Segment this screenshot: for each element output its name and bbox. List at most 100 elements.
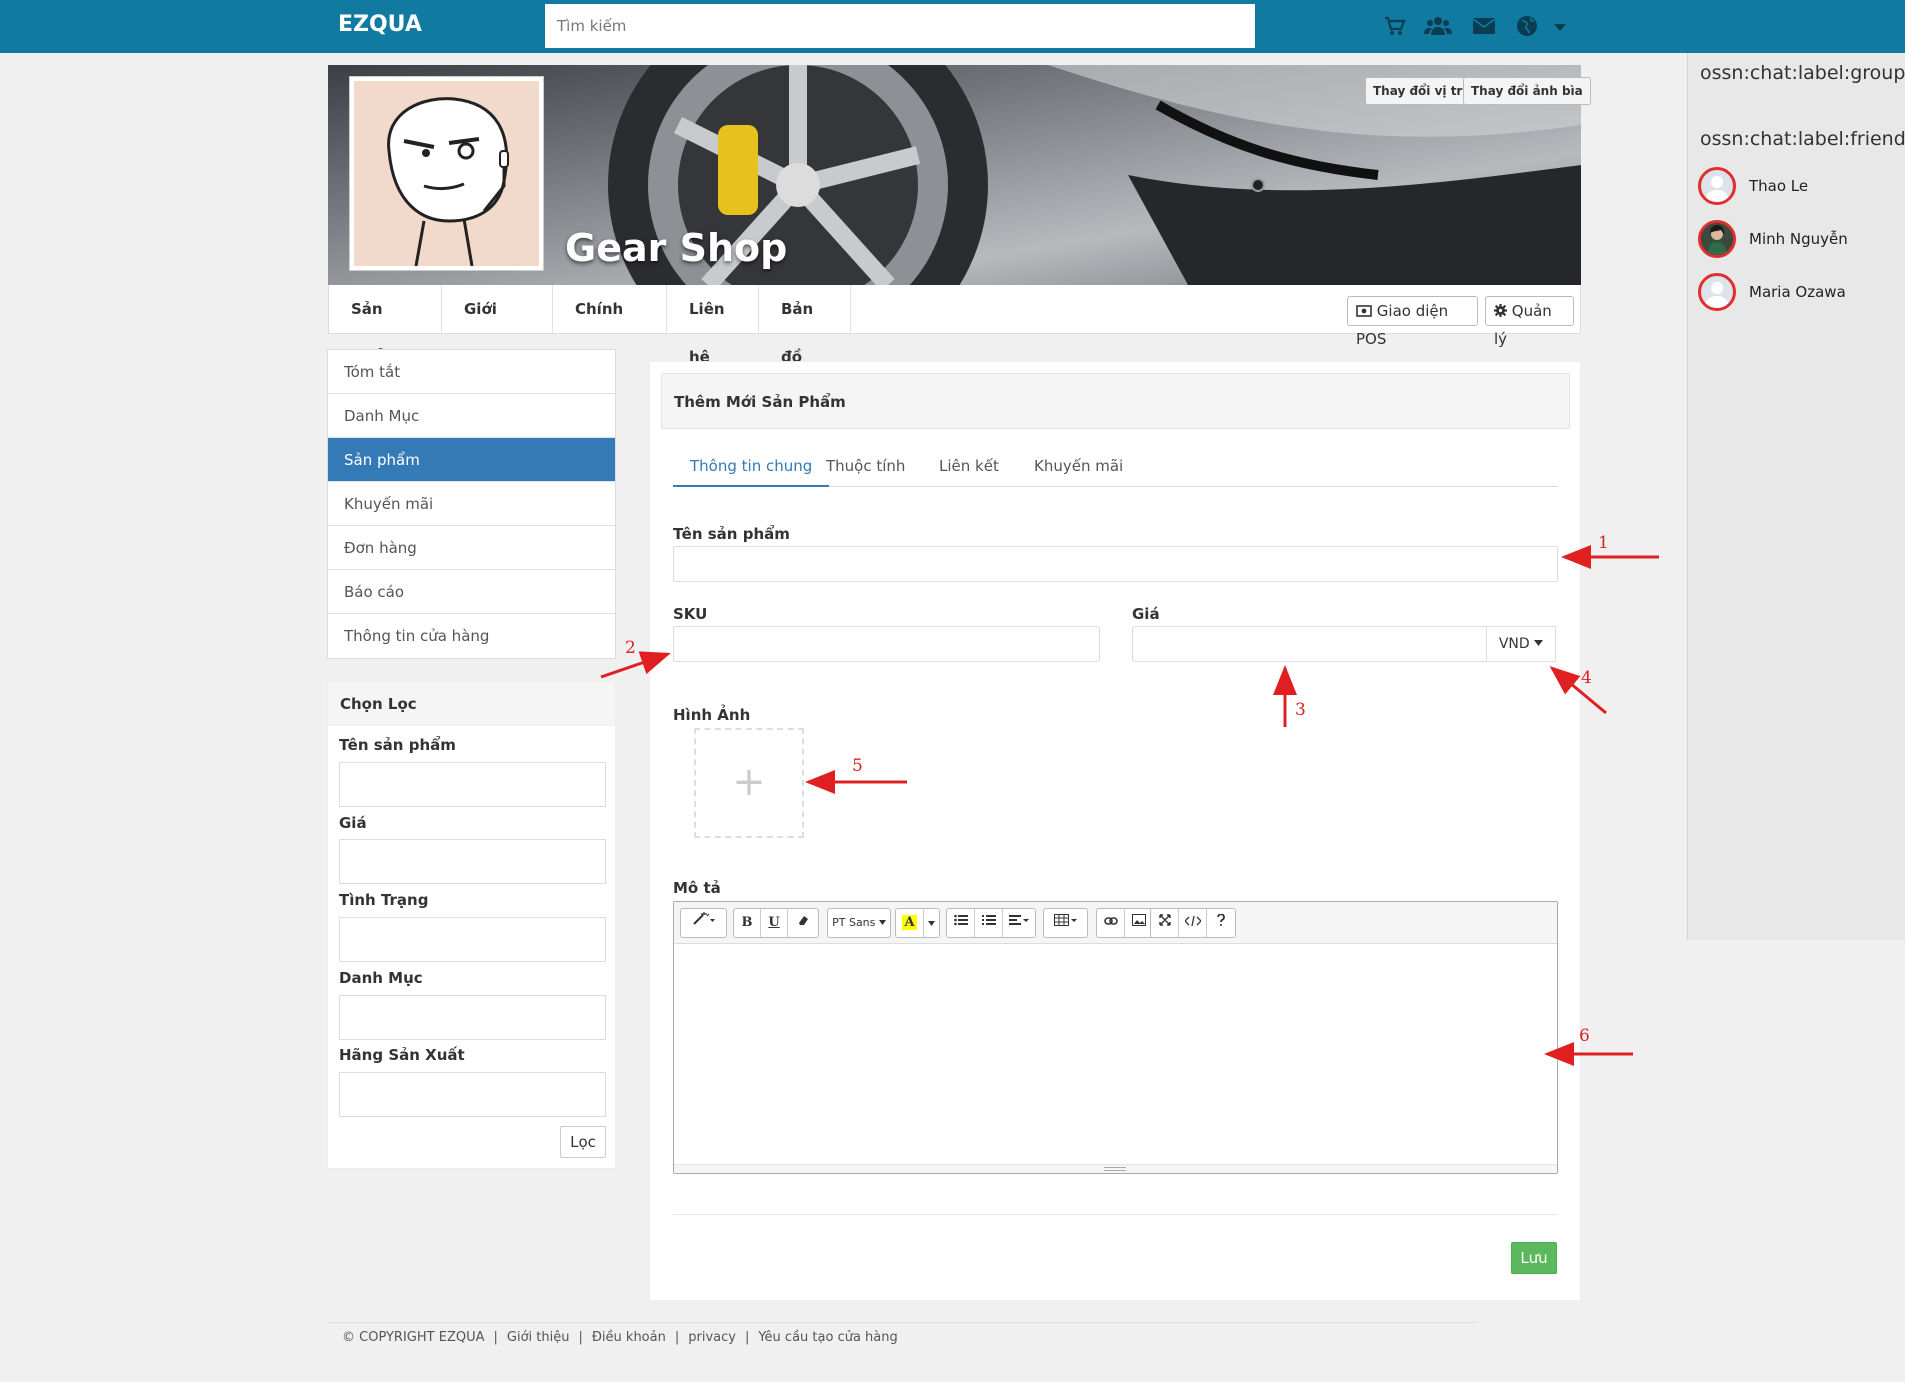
filter-status-input[interactable]	[339, 917, 606, 962]
description-label: Mô tả	[673, 879, 721, 897]
sidebar-item-categories[interactable]: Danh Mục	[328, 394, 615, 438]
image-label: Hình Ảnh	[673, 706, 751, 724]
avatar	[1698, 273, 1736, 311]
friend-item[interactable]: Minh Nguyễn	[1698, 220, 1898, 262]
image-button[interactable]	[1125, 909, 1153, 937]
sidebar-item-summary[interactable]: Tóm tắt	[328, 350, 615, 394]
ordered-list-button[interactable]	[975, 909, 1003, 937]
profile-picture[interactable]	[349, 76, 544, 271]
footer-link-request-store[interactable]: Yêu cầu tạo cửa hàng	[758, 1330, 897, 1345]
nav-contact[interactable]: Liên hệ	[667, 285, 759, 366]
shop-nav: Sản phẩm Giới thiệu Chính sách Liên hệ B…	[328, 285, 1581, 366]
font-family-label: PT Sans	[832, 916, 876, 929]
bullet-list-button[interactable]	[947, 909, 975, 937]
annotation-number: 5	[852, 756, 863, 776]
envelope-icon[interactable]	[1472, 14, 1496, 38]
editor-toolbar: B U PT Sans A	[674, 902, 1557, 944]
users-icon[interactable]	[1424, 14, 1452, 38]
form-tabs: Thông tin chung Thuộc tính Liên kết Khuy…	[673, 447, 1558, 487]
currency-dropdown[interactable]: VND	[1486, 626, 1556, 662]
friend-item[interactable]: Maria Ozawa	[1698, 273, 1898, 315]
friend-item[interactable]: Thao Le	[1698, 167, 1898, 209]
search-input[interactable]	[545, 4, 1255, 48]
editor-content-area[interactable]	[674, 944, 1557, 1164]
tab-attributes[interactable]: Thuộc tính	[809, 447, 922, 487]
eraser-button[interactable]	[788, 909, 818, 937]
code-icon	[1183, 915, 1202, 927]
filter-button[interactable]: Lọc	[560, 1126, 606, 1158]
caret-down-icon[interactable]	[1552, 14, 1568, 38]
globe-icon[interactable]	[1515, 14, 1539, 38]
manage-button[interactable]: Quản lý	[1485, 296, 1574, 348]
panel-title: Thêm Mới Sản Phẩm	[661, 373, 1570, 429]
footer: © COPYRIGHT EZQUA | Giới thiệu | Điều khoản |…	[342, 1330, 898, 1345]
view-group	[1150, 908, 1236, 938]
price-input[interactable]	[1132, 626, 1487, 662]
site-logo[interactable]: EZQUA	[338, 12, 422, 37]
form-divider	[673, 1214, 1558, 1215]
pos-button[interactable]: Giao diện POS	[1347, 296, 1478, 348]
filter-price-input[interactable]	[339, 839, 606, 884]
cart-icon[interactable]	[1383, 14, 1407, 38]
align-dropdown[interactable]	[1003, 909, 1035, 937]
tab-general[interactable]: Thông tin chung	[673, 447, 830, 487]
footer-link-terms[interactable]: Điều khoản	[592, 1330, 666, 1345]
code-view-button[interactable]	[1179, 909, 1207, 937]
eraser-icon	[799, 916, 808, 925]
caret-down-icon	[928, 921, 935, 926]
footer-link-about[interactable]: Giới thiệu	[507, 1330, 570, 1345]
avatar	[1698, 220, 1736, 258]
nav-map[interactable]: Bản đồ	[759, 285, 851, 366]
text-color-button[interactable]: A	[896, 909, 924, 937]
link-icon	[1103, 917, 1118, 925]
fullscreen-button[interactable]	[1151, 909, 1179, 937]
sidebar-item-reports[interactable]: Báo cáo	[328, 570, 615, 614]
change-position-button[interactable]: Thay đổi vị trí	[1365, 77, 1475, 105]
filter-category-input[interactable]	[339, 995, 606, 1040]
image-icon	[1131, 914, 1146, 926]
sidebar-item-products[interactable]: Sản phẩm	[328, 438, 615, 482]
filter-manufacturer-input[interactable]	[339, 1072, 606, 1117]
style-button[interactable]	[680, 908, 727, 938]
filter-manufacturer-label: Hãng Sản Xuất	[339, 1046, 465, 1064]
link-button[interactable]	[1097, 909, 1125, 937]
tab-promotions[interactable]: Khuyến mãi	[1017, 447, 1140, 487]
fullscreen-icon	[1158, 914, 1171, 926]
filter-name-input[interactable]	[339, 762, 606, 807]
image-upload-box[interactable]: +	[694, 728, 804, 838]
editor-resize-handle[interactable]	[674, 1164, 1557, 1173]
table-button[interactable]	[1043, 908, 1088, 938]
annotation-number: 4	[1581, 668, 1592, 688]
underline-button[interactable]: U	[761, 909, 788, 937]
color-dropdown[interactable]	[924, 909, 939, 937]
filter-category-label: Danh Mục	[339, 969, 423, 987]
gear-icon	[1494, 304, 1507, 317]
change-cover-button[interactable]: Thay đổi ảnh bìa	[1463, 77, 1591, 105]
nav-policy[interactable]: Chính sách	[553, 285, 667, 366]
sidebar-item-promotions[interactable]: Khuyến mãi	[328, 482, 615, 526]
filter-name-label: Tên sản phẩm	[339, 736, 456, 754]
table-icon	[1053, 914, 1077, 926]
bullet-list-icon	[953, 914, 968, 926]
footer-link-privacy[interactable]: privacy	[688, 1330, 736, 1345]
save-button[interactable]: Lưu	[1511, 1242, 1557, 1274]
sku-input[interactable]	[673, 626, 1100, 662]
sidebar-item-store-info[interactable]: Thông tin cửa hàng	[328, 614, 615, 658]
nav-about[interactable]: Giới thiệu	[442, 285, 553, 366]
add-product-panel: Thêm Mới Sản Phẩm Thông tin chung Thuộc …	[649, 361, 1581, 1301]
tab-links[interactable]: Liên kết	[922, 447, 1016, 487]
sidebar-item-orders[interactable]: Đơn hàng	[328, 526, 615, 570]
help-button[interactable]	[1207, 909, 1235, 937]
color-group: A	[895, 908, 940, 938]
bold-button[interactable]: B	[734, 909, 761, 937]
money-icon	[1356, 305, 1372, 317]
ordered-list-icon	[981, 915, 996, 925]
footer-divider	[328, 1322, 1478, 1323]
font-family-dropdown[interactable]: PT Sans	[827, 908, 891, 938]
chat-groups-heading: ossn:chat:label:groups	[1700, 62, 1905, 84]
annotation-number: 1	[1598, 533, 1609, 553]
avatar	[1698, 167, 1736, 205]
product-name-input[interactable]	[673, 546, 1558, 582]
nav-products[interactable]: Sản phẩm	[329, 285, 442, 366]
text-format-group: B U	[733, 908, 819, 938]
